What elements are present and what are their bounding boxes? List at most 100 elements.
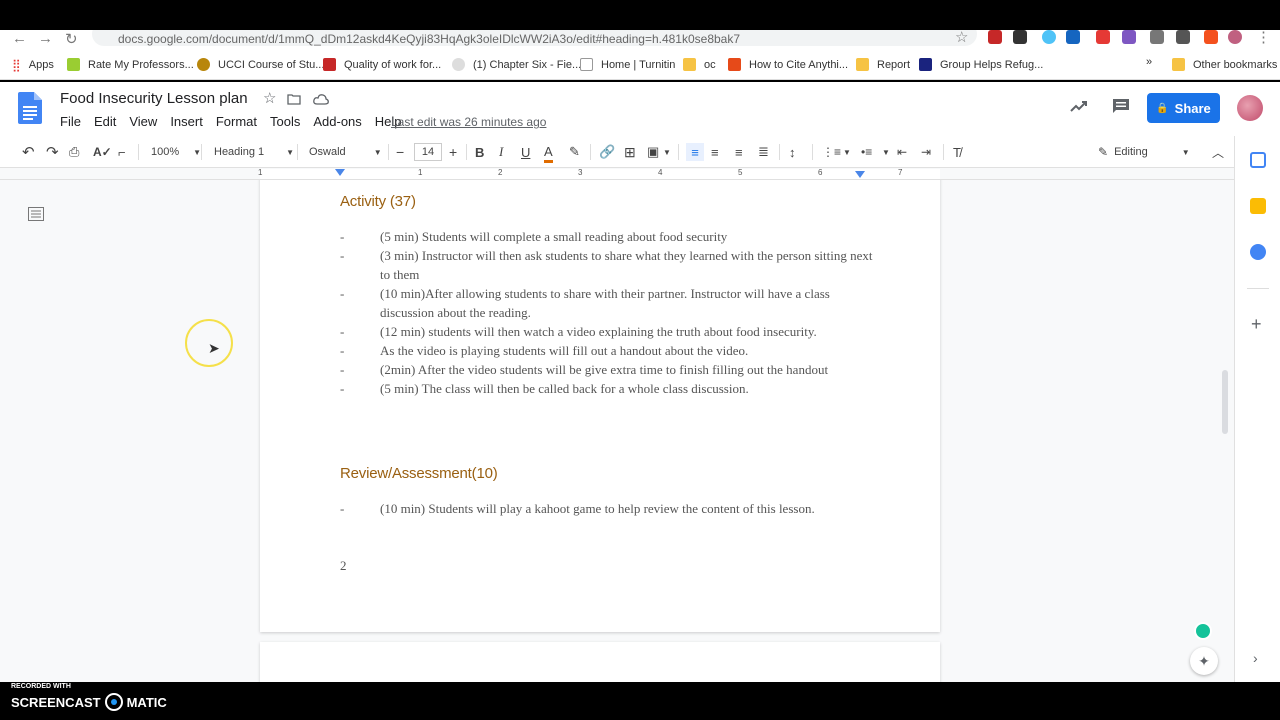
font-size-input[interactable]: 14 (414, 143, 442, 161)
menu-format[interactable]: Format (216, 114, 257, 129)
bookmark-folder-other[interactable]: Other bookmarks (1172, 58, 1277, 71)
print-icon[interactable]: ⎙ (69, 143, 79, 161)
menu-insert[interactable]: Insert (170, 114, 203, 129)
list-item[interactable]: - (3 min) Instructor will then ask studen… (340, 246, 880, 284)
align-justify-icon[interactable]: ≣ (758, 143, 769, 161)
paint-format-icon[interactable]: ⌐ (118, 143, 126, 161)
star-icon[interactable]: ☆ (955, 30, 968, 46)
document-page-next[interactable] (260, 642, 940, 682)
line-spacing-icon[interactable]: ↕ (789, 143, 796, 161)
editing-mode-select[interactable]: ✎ Editing ▼ (1098, 143, 1190, 161)
reload-icon[interactable]: ↻ (65, 30, 78, 48)
avatar[interactable] (1237, 95, 1263, 121)
vertical-scrollbar[interactable] (1222, 370, 1228, 434)
puzzle-icon[interactable] (1176, 30, 1190, 44)
list-item[interactable]: - (2min) After the video students will be… (340, 360, 880, 379)
extension-icon[interactable] (1066, 30, 1080, 44)
explore-button[interactable]: ✦ (1190, 647, 1218, 675)
extension-icon[interactable] (988, 30, 1002, 44)
insert-image-icon[interactable]: ▣ (647, 143, 659, 161)
right-indent-marker[interactable] (855, 171, 865, 178)
forward-icon[interactable]: → (38, 30, 53, 47)
extension-icon[interactable] (1013, 30, 1027, 44)
document-title[interactable]: Food Insecurity Lesson plan (60, 90, 248, 107)
zoom-select[interactable]: 100% ▼ (151, 143, 201, 161)
heading-activity[interactable]: Activity (37) (340, 193, 416, 210)
extension-icon[interactable] (1150, 30, 1164, 44)
left-indent-marker[interactable] (335, 169, 345, 176)
decrease-font-size-button[interactable]: − (396, 143, 404, 161)
document-page[interactable]: Activity (37) - (5 min) Students will com… (260, 180, 940, 632)
increase-indent-icon[interactable]: ⇥ (921, 143, 931, 161)
collapse-menus-icon[interactable]: ︿ (1212, 143, 1224, 161)
profile-avatar[interactable] (1228, 30, 1242, 44)
comments-icon[interactable] (1112, 98, 1130, 114)
align-center-icon[interactable]: ≡ (711, 143, 719, 161)
extension-icon[interactable] (1122, 30, 1136, 44)
add-comment-icon[interactable]: ⊞ (624, 143, 636, 161)
bookmark-item[interactable]: Quality of work for... (323, 58, 441, 71)
numbered-list-icon[interactable]: ⋮≡ (822, 143, 841, 161)
menu-view[interactable]: View (129, 114, 157, 129)
activity-trend-icon[interactable] (1070, 100, 1088, 112)
google-docs-logo-icon[interactable] (18, 92, 42, 124)
calendar-icon[interactable] (1250, 152, 1266, 168)
url-text[interactable]: docs.google.com/document/d/1mmQ_dDm12ask… (118, 32, 740, 46)
menu-edit[interactable]: Edit (94, 114, 116, 129)
bookmark-item[interactable]: Rate My Professors... (67, 58, 194, 71)
extension-icon[interactable] (1204, 30, 1218, 44)
redo-icon[interactable]: ↷ (46, 143, 59, 161)
chevron-right-icon[interactable]: › (1253, 650, 1258, 666)
paragraph-style-select[interactable]: Heading 1 ▼ (214, 143, 294, 161)
align-left-icon[interactable]: ≡ (686, 143, 704, 161)
clear-formatting-icon[interactable]: T̸ (953, 143, 961, 161)
star-icon[interactable]: ☆ (263, 89, 276, 107)
keep-icon[interactable] (1250, 198, 1266, 214)
move-folder-icon[interactable] (287, 93, 301, 105)
decrease-indent-icon[interactable]: ⇤ (897, 143, 907, 161)
extension-icon[interactable] (1042, 30, 1056, 44)
chevron-down-icon[interactable]: ▼ (843, 143, 851, 161)
list-item[interactable]: - (10 min)After allowing students to shar… (340, 284, 880, 322)
bookmarks-more[interactable]: » (1146, 56, 1152, 68)
list-item[interactable]: - (5 min) The class will then be called b… (340, 379, 880, 398)
chevron-down-icon[interactable]: ▼ (882, 143, 890, 161)
last-edit-link[interactable]: Last edit was 26 minutes ago (391, 115, 546, 129)
chevron-down-icon[interactable]: ▼ (663, 143, 671, 161)
list-item[interactable]: - (5 min) Students will complete a small … (340, 227, 880, 246)
grammarly-icon[interactable] (1194, 622, 1212, 640)
back-icon[interactable]: ← (12, 30, 27, 47)
tasks-icon[interactable] (1250, 244, 1266, 260)
highlight-color-icon[interactable]: ✎ (569, 143, 580, 161)
extension-icon[interactable] (1096, 30, 1110, 44)
more-vert-icon[interactable]: ⋮ (1256, 30, 1271, 46)
undo-icon[interactable]: ↶ (22, 143, 35, 161)
underline-icon[interactable]: U (521, 143, 530, 161)
menu-addons[interactable]: Add-ons (313, 114, 361, 129)
bookmark-apps[interactable]: ⣿ Apps (12, 58, 54, 72)
bulleted-list-icon[interactable]: •≡ (861, 143, 872, 161)
heading-review-assessment[interactable]: Review/Assessment(10) (340, 465, 498, 482)
list-item[interactable]: - (12 min) students will then watch a vid… (340, 322, 880, 341)
cloud-status-icon[interactable] (313, 93, 329, 105)
document-outline-icon[interactable] (28, 207, 44, 221)
bookmark-item[interactable]: How to Cite Anythi... (728, 58, 848, 71)
bookmark-folder[interactable]: Report (856, 58, 910, 71)
bookmark-item[interactable]: UCCI Course of Stu... (197, 58, 324, 71)
bookmark-item[interactable]: Home | Turnitin (580, 58, 675, 71)
bold-icon[interactable]: B (475, 143, 484, 161)
italic-icon[interactable]: I (499, 143, 503, 161)
bookmark-folder[interactable]: oc (683, 58, 716, 71)
list-item[interactable]: - As the video is playing students will f… (340, 341, 880, 360)
text-color-icon[interactable]: A (544, 143, 553, 163)
insert-link-icon[interactable]: 🔗 (599, 143, 615, 161)
share-button[interactable]: 🔒 Share (1147, 93, 1220, 123)
spellcheck-icon[interactable]: A✓ (93, 143, 112, 161)
align-right-icon[interactable]: ≡ (735, 143, 743, 161)
menu-file[interactable]: File (60, 114, 81, 129)
menu-tools[interactable]: Tools (270, 114, 300, 129)
increase-font-size-button[interactable]: + (449, 143, 457, 161)
font-family-select[interactable]: Oswald ▼ (309, 143, 382, 161)
add-addon-icon[interactable]: + (1251, 314, 1262, 335)
bookmark-item[interactable]: (1) Chapter Six - Fie... (452, 58, 581, 71)
